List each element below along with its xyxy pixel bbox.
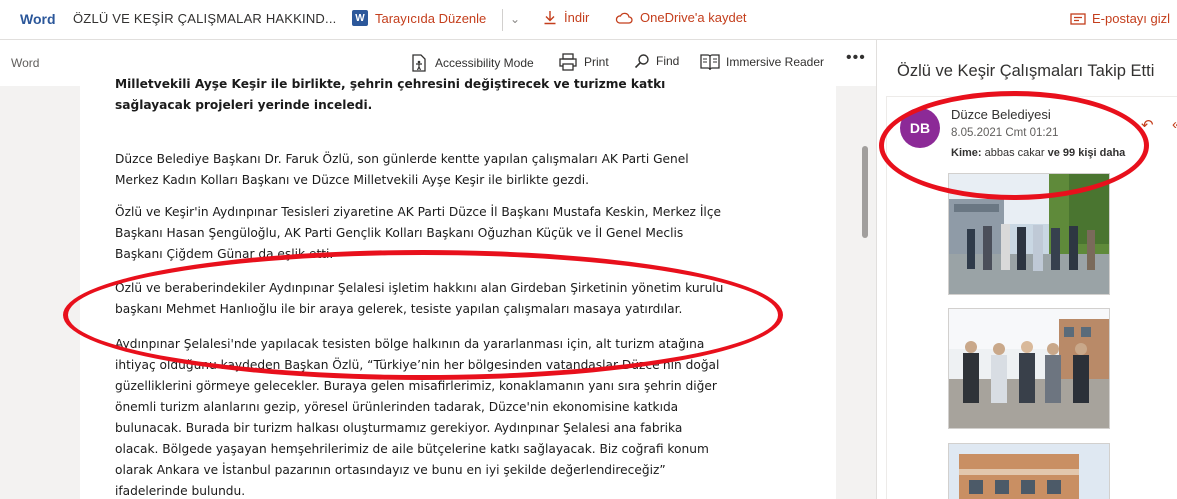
edit-in-browser-button[interactable]: W Tarayıcıda Düzenle	[352, 10, 486, 26]
hide-email-label: E-postayı gizl	[1092, 11, 1171, 26]
attachment-photo-1[interactable]	[948, 173, 1110, 295]
recipients-label: Kime:	[951, 147, 982, 159]
save-onedrive-label: OneDrive'a kaydet	[640, 10, 747, 25]
hide-email-button[interactable]: E-postayı gizl	[1070, 11, 1170, 26]
save-onedrive-button[interactable]: OneDrive'a kaydet	[615, 10, 747, 25]
sender-name[interactable]: Düzce Belediyesi	[951, 107, 1051, 122]
immersive-reader-button[interactable]: Immersive Reader	[700, 53, 824, 71]
download-icon	[544, 11, 556, 25]
email-subject: Özlü ve Keşir Çalışmaları Takip Etti	[897, 62, 1155, 80]
email-panel: Özlü ve Keşir Çalışmaları Takip Etti DB …	[876, 40, 1177, 499]
avatar: DB	[900, 108, 940, 148]
email-card: DB Düzce Belediyesi 8.05.2021 Cmt 01:21 …	[886, 96, 1177, 499]
document-page: Milletvekili Ayşe Keşir ile birlikte, şe…	[80, 72, 836, 499]
edit-in-browser-label: Tarayıcıda Düzenle	[375, 10, 487, 26]
photo-group-building	[949, 309, 1109, 428]
word-icon: W	[352, 10, 368, 26]
document-viewport[interactable]: Milletvekili Ayşe Keşir ile birlikte, şe…	[0, 72, 876, 499]
reply-icon[interactable]: ↶	[1141, 116, 1154, 134]
find-button[interactable]: Find	[634, 53, 679, 69]
scrollbar-thumb[interactable]	[862, 146, 868, 238]
accessibility-mode-button[interactable]: Accessibility Mode	[409, 53, 534, 73]
more-recipients-link[interactable]: ve 99 kişi daha	[1048, 147, 1126, 159]
doc-paragraph-2: Özlü ve Keşir'in Aydınpınar Tesisleri zi…	[115, 205, 722, 261]
photo-building	[949, 444, 1109, 499]
printer-icon	[559, 53, 577, 71]
attachment-photo-3[interactable]	[948, 443, 1110, 499]
find-label: Find	[656, 54, 680, 68]
email-icon	[1070, 12, 1086, 25]
reply-all-icon[interactable]: «	[1172, 116, 1177, 133]
print-button[interactable]: Print	[558, 53, 609, 71]
search-icon	[634, 54, 649, 69]
doc-paragraph-3: Özlü ve beraberindekiler Aydınpınar Şela…	[115, 281, 724, 316]
app-name[interactable]: Word	[20, 11, 56, 27]
recipients: Kime: abbas cakar ve 99 kişi daha	[951, 147, 1125, 159]
more-options-button[interactable]: •••	[846, 49, 866, 67]
download-label: İndir	[564, 10, 590, 25]
accessibility-label: Accessibility Mode	[435, 56, 534, 70]
download-button[interactable]: İndir	[543, 10, 589, 25]
recipient-name[interactable]: abbas cakar	[985, 147, 1045, 159]
email-date: 8.05.2021 Cmt 01:21	[951, 127, 1059, 139]
doc-paragraph-4: Aydınpınar Şelalesi'nde yapılacak tesist…	[115, 337, 720, 498]
chevron-down-icon[interactable]: ⌄	[510, 12, 520, 26]
document-title: ÖZLÜ VE KEŞİR ÇALIŞMALAR HAKKIND...	[73, 11, 337, 26]
cloud-icon	[615, 12, 633, 24]
toolbar-divider	[502, 9, 503, 31]
doc-paragraph-intro: Milletvekili Ayşe Keşir ile birlikte, şe…	[115, 77, 666, 112]
attachment-photo-2[interactable]	[948, 308, 1110, 429]
accessibility-icon	[412, 54, 426, 72]
toolbar-word-label: Word	[11, 56, 40, 70]
top-bar: Word ÖZLÜ VE KEŞİR ÇALIŞMALAR HAKKIND...…	[0, 0, 1177, 40]
print-label: Print	[584, 55, 609, 69]
doc-paragraph-1: Düzce Belediye Başkanı Dr. Faruk Özlü, s…	[115, 152, 689, 187]
immersive-reader-label: Immersive Reader	[726, 55, 825, 69]
photo-group-walk	[949, 174, 1109, 294]
immersive-reader-icon	[700, 54, 720, 71]
